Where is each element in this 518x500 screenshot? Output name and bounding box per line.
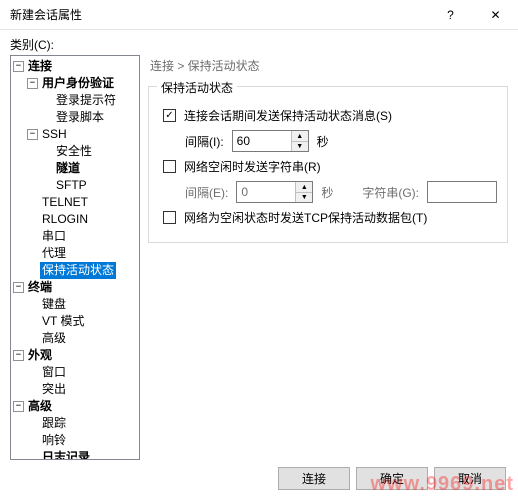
tree-trace[interactable]: 跟踪 <box>40 415 68 432</box>
unit-sec: 秒 <box>317 133 329 150</box>
breadcrumb: 连接 > 保持活动状态 <box>148 55 508 82</box>
spin-up-icon[interactable]: ▲ <box>292 131 308 141</box>
connect-button[interactable]: 连接 <box>278 467 350 490</box>
collapse-icon[interactable]: − <box>13 401 24 412</box>
tree-logon-script[interactable]: 登录脚本 <box>54 109 106 126</box>
tree-security[interactable]: 安全性 <box>54 143 94 160</box>
keepalive-group: 保持活动状态 连接会话期间发送保持活动状态消息(S) 间隔(I): ▲▼ 秒 网… <box>148 86 508 243</box>
collapse-icon[interactable]: − <box>27 78 38 89</box>
interval-i-label: 间隔(I): <box>185 133 224 150</box>
interval-e-spinner: ▲▼ <box>236 181 313 203</box>
tree-tunnel[interactable]: 隧道 <box>54 160 82 177</box>
close-icon: ✕ <box>490 8 500 22</box>
tree-bell[interactable]: 响铃 <box>40 432 68 449</box>
collapse-icon[interactable]: − <box>27 129 38 140</box>
tree-ssh[interactable]: SSH <box>40 126 69 143</box>
group-legend: 保持活动状态 <box>157 79 237 96</box>
spin-up-icon: ▲ <box>296 182 312 192</box>
tree-proxy[interactable]: 代理 <box>40 245 68 262</box>
tree-keepalive[interactable]: 保持活动状态 <box>40 262 116 279</box>
collapse-icon[interactable]: − <box>13 282 24 293</box>
dialog-footer: 连接 确定 取消 <box>278 467 506 490</box>
tree-sftp[interactable]: SFTP <box>54 177 89 194</box>
tree-appearance[interactable]: 外观 <box>26 347 54 364</box>
tree-window[interactable]: 窗口 <box>40 364 68 381</box>
tcp-checkbox[interactable] <box>163 211 176 224</box>
tree-advanced-t[interactable]: 高级 <box>40 330 68 347</box>
spin-down-icon[interactable]: ▼ <box>292 141 308 151</box>
tree-advanced[interactable]: 高级 <box>26 398 54 415</box>
collapse-icon[interactable]: − <box>13 350 24 361</box>
close-button[interactable]: ✕ <box>473 0 518 30</box>
spin-down-icon: ▼ <box>296 192 312 202</box>
tcp-label: 网络为空闲状态时发送TCP保持活动数据包(T) <box>184 209 427 226</box>
interval-e-label: 间隔(E): <box>185 184 228 201</box>
tree-terminal[interactable]: 终端 <box>26 279 54 296</box>
string-g-label: 字符串(G): <box>362 184 419 201</box>
send-str-checkbox[interactable] <box>163 160 176 173</box>
interval-e-input <box>237 182 295 202</box>
collapse-icon[interactable]: − <box>13 61 24 72</box>
unit-sec: 秒 <box>321 184 333 201</box>
titlebar: 新建会话属性 ? ✕ <box>0 0 518 30</box>
category-label: 类别(C): <box>10 36 508 53</box>
send-msg-checkbox[interactable] <box>163 109 176 122</box>
tree-connection[interactable]: 连接 <box>26 58 54 75</box>
help-button[interactable]: ? <box>428 0 473 30</box>
string-g-input <box>427 181 497 203</box>
help-icon: ? <box>447 8 454 22</box>
ok-button[interactable]: 确定 <box>356 467 428 490</box>
tree-keyboard[interactable]: 键盘 <box>40 296 68 313</box>
tree-serial[interactable]: 串口 <box>40 228 68 245</box>
tree-highlight[interactable]: 突出 <box>40 381 68 398</box>
send-str-label: 网络空闲时发送字符串(R) <box>184 158 321 175</box>
send-msg-label: 连接会话期间发送保持活动状态消息(S) <box>184 107 392 124</box>
tree-rlogin[interactable]: RLOGIN <box>40 211 90 228</box>
tree-vt[interactable]: VT 模式 <box>40 313 86 330</box>
interval-i-spinner[interactable]: ▲▼ <box>232 130 309 152</box>
tree-log[interactable]: 日志记录 <box>40 449 92 460</box>
window-title: 新建会话属性 <box>10 6 428 23</box>
interval-i-input[interactable] <box>233 131 291 151</box>
tree-logon-prompt[interactable]: 登录提示符 <box>54 92 118 109</box>
category-tree[interactable]: −连接 −用户身份验证 登录提示符 登录脚本 −SSH 安全性 <box>10 55 140 460</box>
cancel-button[interactable]: 取消 <box>434 467 506 490</box>
tree-user-auth[interactable]: 用户身份验证 <box>40 75 116 92</box>
tree-telnet[interactable]: TELNET <box>40 194 90 211</box>
